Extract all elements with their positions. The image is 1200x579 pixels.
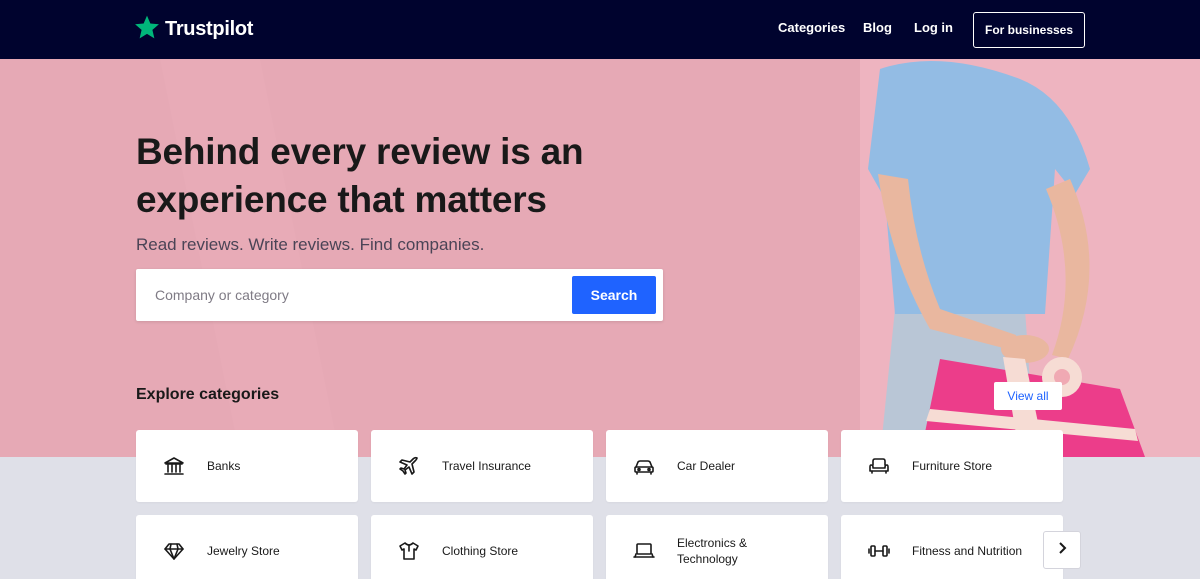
category-label: Banks: [207, 459, 241, 473]
category-label: Jewelry Store: [207, 544, 280, 558]
chevron-right-icon: [1055, 541, 1069, 560]
view-all-button[interactable]: View all: [994, 382, 1062, 410]
hero-title: Behind every review is an experience tha…: [136, 128, 696, 224]
armchair-icon: [867, 454, 891, 478]
top-navbar: Trustpilot Categories Blog Log in For bu…: [0, 0, 1200, 59]
nav-categories-link[interactable]: Categories: [778, 20, 845, 35]
category-card-travel-insurance[interactable]: Travel Insurance: [371, 430, 593, 502]
hero-subtitle: Read reviews. Write reviews. Find compan…: [136, 235, 485, 254]
category-card-electronics-technology[interactable]: Electronics & Technology: [606, 515, 828, 579]
bank-icon: [162, 454, 186, 478]
search-button[interactable]: Search: [572, 276, 656, 314]
category-card-banks[interactable]: Banks: [136, 430, 358, 502]
category-card-jewelry-store[interactable]: Jewelry Store: [136, 515, 358, 579]
search-bar: Search: [136, 269, 663, 321]
category-label: Furniture Store: [912, 459, 993, 473]
diamond-icon: [162, 539, 186, 563]
airplane-icon: [397, 454, 421, 478]
dumbbell-icon: [867, 539, 891, 563]
laptop-icon: [632, 539, 656, 563]
logo-text: Trustpilot: [165, 18, 254, 40]
category-card-car-dealer[interactable]: Car Dealer: [606, 430, 828, 502]
for-businesses-button[interactable]: For businesses: [973, 12, 1085, 48]
nav-blog-link[interactable]: Blog: [863, 20, 892, 35]
shirt-icon: [397, 539, 421, 563]
category-label: Electronics & Technology: [677, 536, 748, 566]
search-input[interactable]: [136, 269, 566, 321]
trustpilot-logo[interactable]: Trustpilot: [134, 14, 253, 45]
car-icon: [632, 454, 656, 478]
category-card-clothing-store[interactable]: Clothing Store: [371, 515, 593, 579]
category-label: Travel Insurance: [442, 459, 531, 473]
carousel-next-button[interactable]: [1043, 531, 1081, 569]
category-label: Car Dealer: [677, 459, 736, 473]
star-icon: [134, 14, 160, 45]
category-card-furniture-store[interactable]: Furniture Store: [841, 430, 1063, 502]
explore-categories-title: Explore categories: [136, 386, 280, 403]
category-card-fitness-nutrition[interactable]: Fitness and Nutrition: [841, 515, 1063, 579]
hero-title-line-2: experience that matters: [136, 179, 547, 220]
hero-title-line-1: Behind every review is an: [136, 131, 584, 172]
nav-login-link[interactable]: Log in: [914, 20, 953, 35]
category-label: Fitness and Nutrition: [912, 544, 1023, 558]
category-label: Clothing Store: [442, 544, 519, 558]
